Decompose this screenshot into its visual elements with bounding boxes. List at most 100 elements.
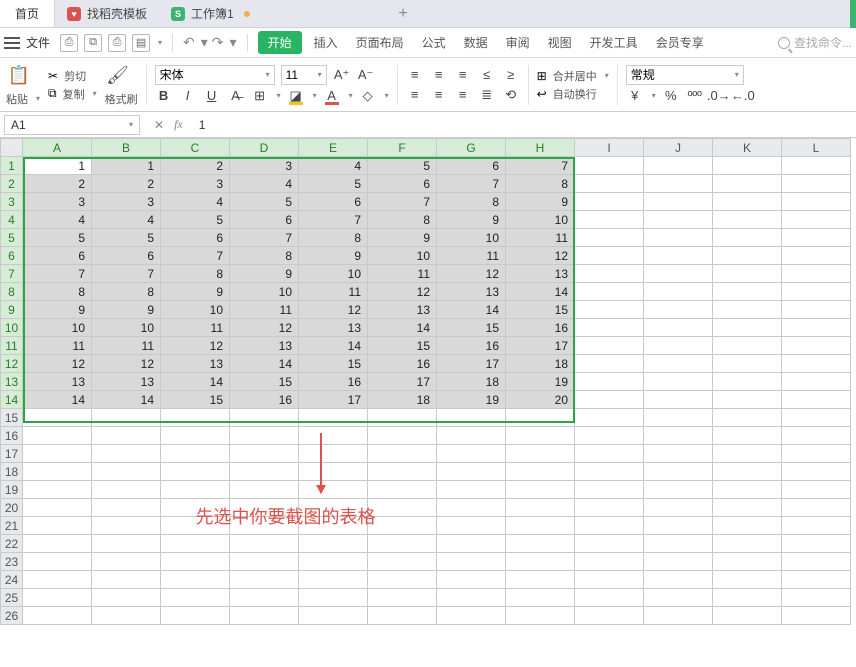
cell[interactable] bbox=[92, 499, 161, 517]
cell[interactable]: 17 bbox=[299, 391, 368, 409]
cell[interactable] bbox=[23, 463, 92, 481]
cell[interactable] bbox=[782, 157, 851, 175]
cell[interactable] bbox=[575, 265, 644, 283]
cell[interactable]: 14 bbox=[161, 373, 230, 391]
indent-decrease-icon[interactable]: ≤ bbox=[478, 66, 496, 84]
row-header[interactable]: 1 bbox=[1, 157, 23, 175]
cell[interactable]: 12 bbox=[161, 337, 230, 355]
format-painter-label[interactable]: 格式刷 bbox=[105, 91, 138, 107]
cell[interactable] bbox=[644, 157, 713, 175]
row-header[interactable]: 19 bbox=[1, 481, 23, 499]
cell[interactable] bbox=[644, 229, 713, 247]
name-box[interactable]: A1 ▾ bbox=[4, 115, 140, 135]
ribbon-tab-formulas[interactable]: 公式 bbox=[416, 34, 452, 51]
cell[interactable]: 15 bbox=[299, 355, 368, 373]
cell[interactable] bbox=[299, 481, 368, 499]
column-header[interactable]: I bbox=[575, 139, 644, 157]
row-header[interactable]: 15 bbox=[1, 409, 23, 427]
cell[interactable] bbox=[713, 337, 782, 355]
fill-color-dropdown[interactable]: ▾ bbox=[313, 91, 317, 100]
cell[interactable] bbox=[437, 553, 506, 571]
cell[interactable]: 15 bbox=[368, 337, 437, 355]
tab-templates[interactable]: ♥ 找稻壳模板 bbox=[55, 0, 159, 27]
ribbon-tab-insert[interactable]: 插入 bbox=[308, 34, 344, 51]
cell[interactable] bbox=[437, 589, 506, 607]
row-header[interactable]: 17 bbox=[1, 445, 23, 463]
align-left-icon[interactable]: ≡ bbox=[406, 86, 424, 104]
undo-dropdown[interactable]: ▾ bbox=[201, 34, 208, 51]
cell[interactable] bbox=[644, 445, 713, 463]
cell[interactable]: 13 bbox=[437, 283, 506, 301]
cell[interactable] bbox=[713, 283, 782, 301]
cell[interactable] bbox=[713, 499, 782, 517]
cell[interactable]: 12 bbox=[368, 283, 437, 301]
cell[interactable] bbox=[644, 409, 713, 427]
cell[interactable]: 13 bbox=[506, 265, 575, 283]
cell[interactable]: 9 bbox=[92, 301, 161, 319]
border-dropdown[interactable]: ▾ bbox=[277, 91, 281, 100]
cell[interactable]: 9 bbox=[23, 301, 92, 319]
cell[interactable] bbox=[575, 427, 644, 445]
cell[interactable] bbox=[23, 481, 92, 499]
cell[interactable]: 5 bbox=[23, 229, 92, 247]
cell[interactable] bbox=[713, 373, 782, 391]
cell[interactable]: 6 bbox=[23, 247, 92, 265]
cell[interactable] bbox=[644, 265, 713, 283]
align-middle-icon[interactable]: ≡ bbox=[430, 66, 448, 84]
cell[interactable] bbox=[437, 517, 506, 535]
cell[interactable]: 7 bbox=[368, 193, 437, 211]
cell[interactable] bbox=[644, 499, 713, 517]
cell[interactable] bbox=[368, 409, 437, 427]
cell[interactable] bbox=[230, 607, 299, 625]
cell[interactable] bbox=[782, 265, 851, 283]
cell[interactable] bbox=[230, 463, 299, 481]
cell[interactable]: 12 bbox=[437, 265, 506, 283]
cell[interactable] bbox=[161, 409, 230, 427]
cell[interactable] bbox=[437, 445, 506, 463]
cell[interactable] bbox=[713, 391, 782, 409]
cell[interactable] bbox=[575, 589, 644, 607]
print-preview-icon[interactable]: ▤ bbox=[132, 34, 150, 52]
cell[interactable]: 16 bbox=[506, 319, 575, 337]
cell[interactable] bbox=[230, 571, 299, 589]
cell[interactable]: 13 bbox=[230, 337, 299, 355]
ribbon-tab-start[interactable]: 开始 bbox=[258, 31, 302, 54]
formula-input[interactable]: 1 bbox=[193, 118, 856, 132]
cell[interactable]: 1 bbox=[92, 157, 161, 175]
cell[interactable] bbox=[782, 499, 851, 517]
command-search[interactable]: 查找命令... bbox=[778, 34, 852, 51]
cell[interactable] bbox=[506, 589, 575, 607]
cell[interactable] bbox=[92, 553, 161, 571]
cell[interactable]: 11 bbox=[506, 229, 575, 247]
cell[interactable] bbox=[644, 517, 713, 535]
cell[interactable] bbox=[23, 499, 92, 517]
indent-increase-icon[interactable]: ≥ bbox=[502, 66, 520, 84]
cell[interactable]: 9 bbox=[161, 283, 230, 301]
cell[interactable] bbox=[713, 193, 782, 211]
cell[interactable]: 11 bbox=[23, 337, 92, 355]
cell[interactable] bbox=[782, 247, 851, 265]
column-header[interactable]: H bbox=[506, 139, 575, 157]
cell[interactable] bbox=[230, 427, 299, 445]
cell[interactable] bbox=[644, 463, 713, 481]
cell[interactable] bbox=[782, 301, 851, 319]
cell[interactable] bbox=[782, 355, 851, 373]
column-header[interactable]: D bbox=[230, 139, 299, 157]
border-button[interactable]: ⊞ bbox=[251, 87, 269, 105]
cell[interactable] bbox=[368, 445, 437, 463]
increase-font-icon[interactable]: A⁺ bbox=[333, 66, 351, 84]
cell[interactable] bbox=[506, 499, 575, 517]
cell[interactable]: 5 bbox=[299, 175, 368, 193]
cell[interactable]: 10 bbox=[23, 319, 92, 337]
cell[interactable] bbox=[575, 481, 644, 499]
cell[interactable]: 10 bbox=[368, 247, 437, 265]
cell[interactable]: 6 bbox=[92, 247, 161, 265]
currency-icon[interactable]: ¥ bbox=[626, 87, 644, 105]
cell[interactable] bbox=[368, 571, 437, 589]
tab-workbook[interactable]: S 工作簿1 bbox=[159, 0, 389, 27]
row-header[interactable]: 18 bbox=[1, 463, 23, 481]
cell[interactable]: 6 bbox=[230, 211, 299, 229]
increase-decimal-icon[interactable]: .0→ bbox=[710, 87, 728, 105]
column-header[interactable]: J bbox=[644, 139, 713, 157]
cell[interactable] bbox=[575, 571, 644, 589]
